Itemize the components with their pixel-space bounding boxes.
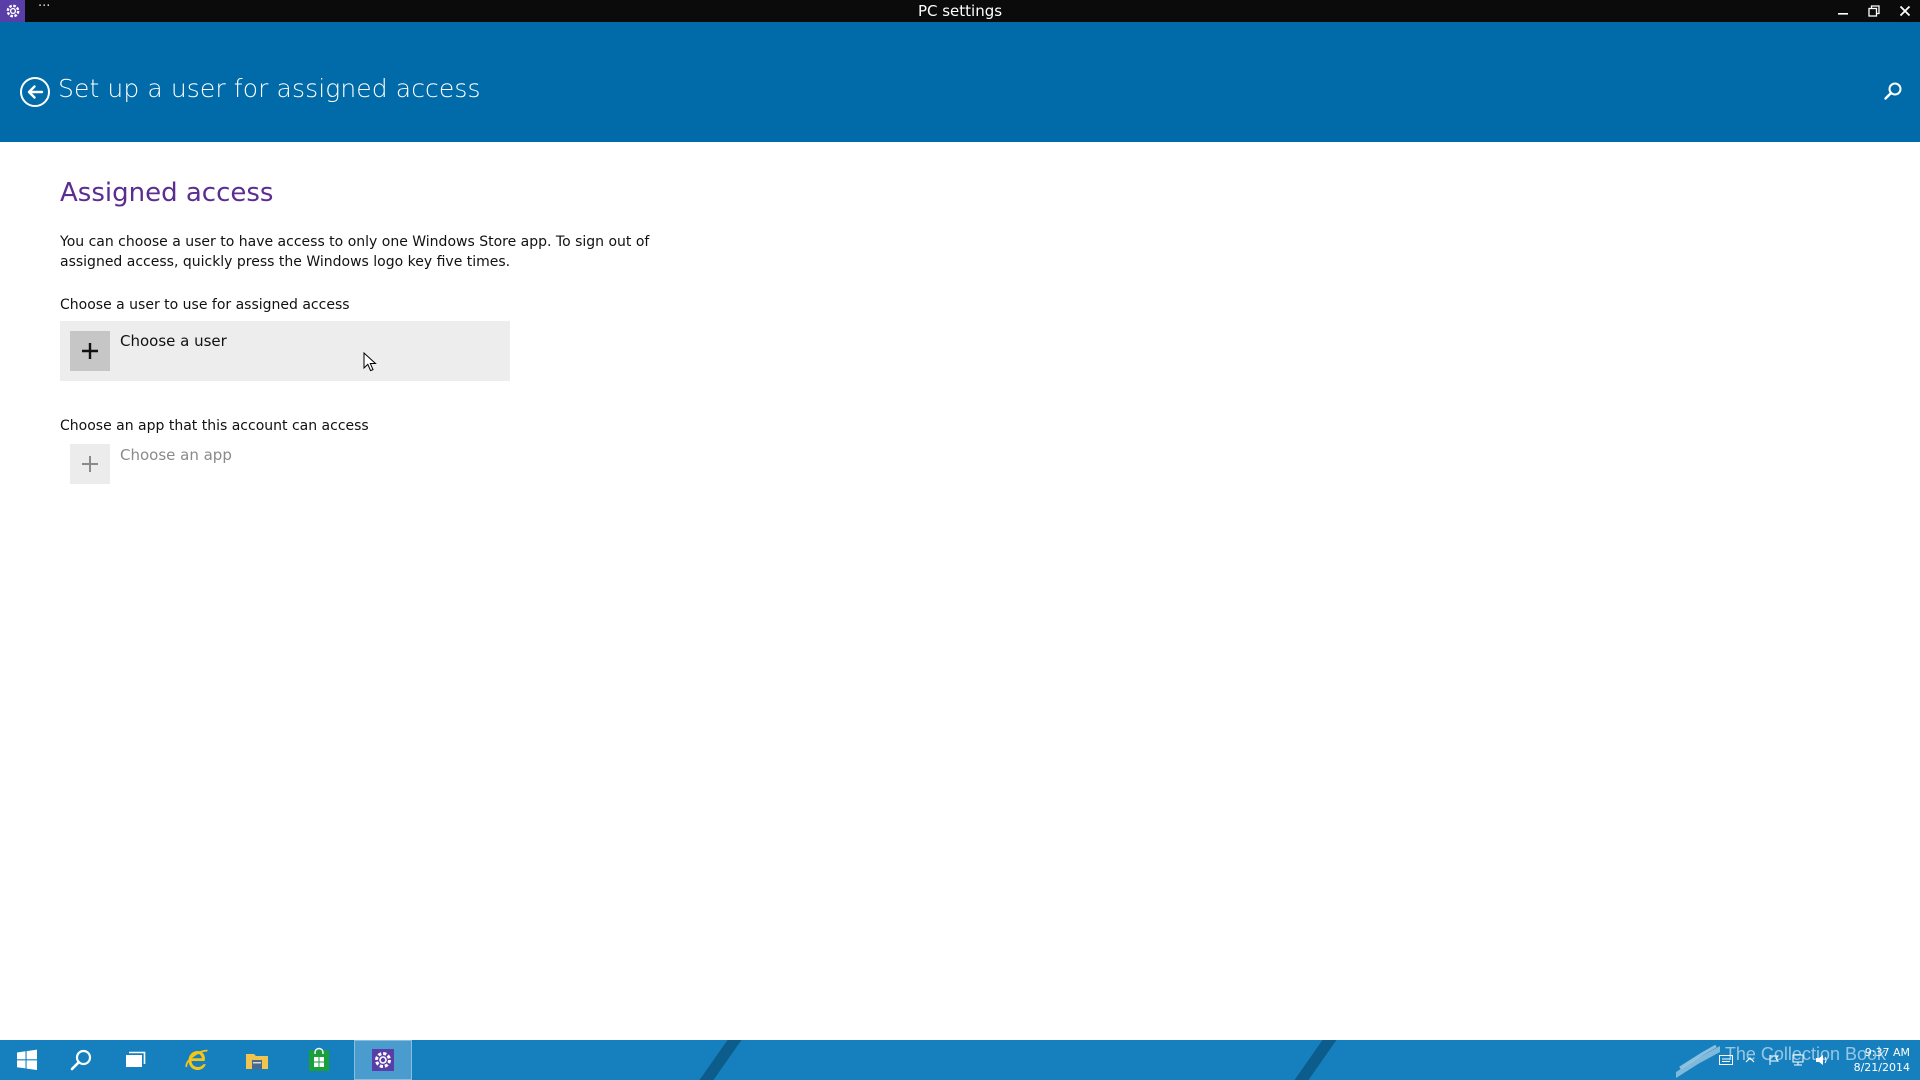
search-icon[interactable] <box>1882 80 1904 102</box>
taskbar-clock[interactable]: 9:37 AM 8/21/2014 <box>1834 1045 1920 1075</box>
keyboard-icon[interactable] <box>1714 1040 1738 1080</box>
choose-user-button[interactable]: Choose a user <box>60 321 510 381</box>
restore-button[interactable] <box>1858 0 1889 22</box>
close-icon <box>1899 5 1910 17</box>
section-title: Assigned access <box>60 178 274 208</box>
task-view-icon <box>126 1051 146 1067</box>
taskbar-decoration <box>685 1040 749 1080</box>
app-gear-icon[interactable] <box>0 0 25 22</box>
clock-time: 9:37 AM <box>1864 1046 1910 1059</box>
close-button[interactable] <box>1889 0 1920 22</box>
settings-taskbar-button[interactable] <box>354 1040 412 1080</box>
choose-app-text: Choose an app <box>120 446 232 464</box>
add-app-tile <box>70 444 110 484</box>
title-bar: ··· PC settings <box>0 0 1920 22</box>
plus-icon <box>82 456 98 472</box>
add-user-tile <box>70 331 110 371</box>
page-title: Set up a user for assigned access <box>58 74 481 103</box>
mouse-cursor-icon <box>363 352 377 372</box>
clock-date: 8/21/2014 <box>1853 1061 1910 1074</box>
app-menu-button[interactable]: ··· <box>38 0 50 22</box>
choose-app-label: Choose an app that this account can acce… <box>60 418 369 434</box>
plus-icon <box>82 343 98 359</box>
show-hidden-icons-icon[interactable] <box>1738 1040 1762 1080</box>
taskbar-search-button[interactable] <box>54 1040 108 1080</box>
restore-icon <box>1867 5 1880 17</box>
window-title: PC settings <box>917 2 1003 20</box>
main-content: Assigned access You can choose a user to… <box>60 170 760 484</box>
taskbar-decoration <box>1280 1040 1344 1080</box>
internet-explorer-button[interactable] <box>170 1040 224 1080</box>
action-center-flag-icon[interactable] <box>1762 1040 1786 1080</box>
window-controls <box>1827 0 1920 22</box>
store-icon <box>309 1047 329 1071</box>
choose-user-text: Choose a user <box>120 332 227 350</box>
network-icon[interactable] <box>1786 1040 1810 1080</box>
settings-icon <box>372 1049 394 1071</box>
description-text: You can choose a user to have access to … <box>60 234 650 270</box>
file-explorer-icon <box>246 1054 268 1069</box>
start-button[interactable] <box>0 1040 54 1080</box>
screen: ··· PC settings Set up a user for assign… <box>0 0 1920 1080</box>
choose-user-label: Choose a user to use for assigned access <box>60 297 350 313</box>
page-header: Set up a user for assigned access <box>0 22 1920 142</box>
windows-logo-icon <box>17 1049 37 1070</box>
back-arrow-icon[interactable] <box>19 76 51 108</box>
minimize-button[interactable] <box>1827 0 1858 22</box>
search-icon <box>70 1049 92 1071</box>
task-view-button[interactable] <box>108 1040 162 1080</box>
volume-icon[interactable] <box>1810 1040 1834 1080</box>
internet-explorer-icon <box>185 1049 208 1070</box>
minimize-icon <box>1837 13 1848 15</box>
store-button[interactable] <box>292 1040 346 1080</box>
file-explorer-button[interactable] <box>230 1040 284 1080</box>
taskbar: The Collection Book 9:37 AM 8/21/2014 <box>0 1040 1920 1080</box>
choose-app-button[interactable]: Choose an app <box>60 444 510 484</box>
system-tray: 9:37 AM 8/21/2014 <box>1714 1040 1920 1080</box>
